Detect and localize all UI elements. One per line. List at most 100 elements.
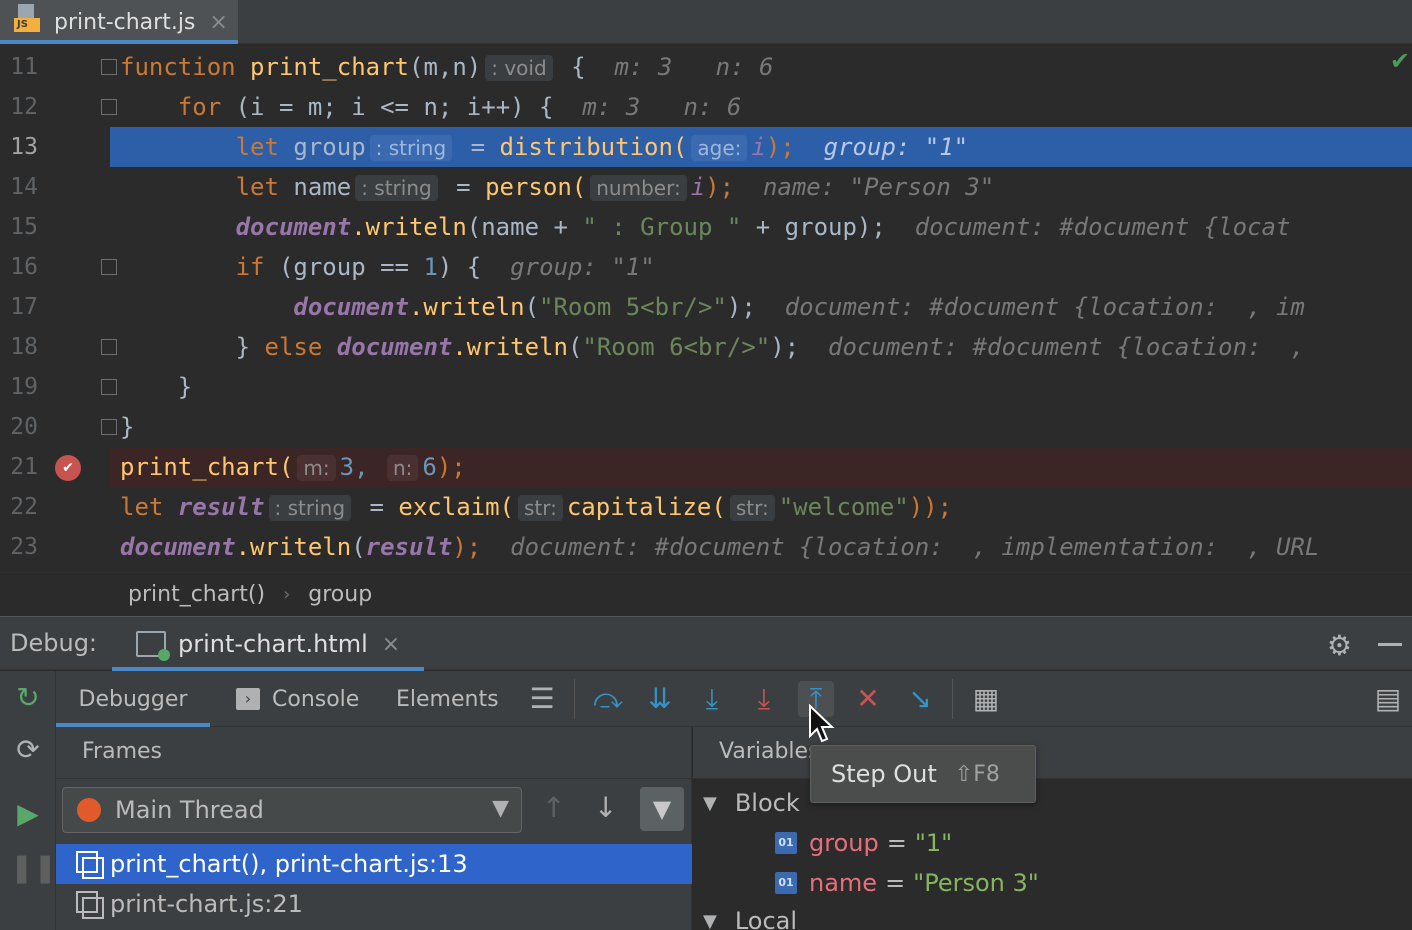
drop-frame-icon[interactable]: ✕ — [850, 681, 886, 717]
code-line[interactable]: 14 let name: string = person(number: i); … — [0, 167, 1412, 207]
close-icon[interactable]: × — [382, 632, 400, 657]
file-tab-print-chart-js[interactable]: JS print-chart.js × — [0, 0, 238, 44]
debugger-toolbar: Debugger › Console Elements ☰ ⤼ ⇊ ⤓ ⤓ ⤒ … — [56, 671, 1412, 727]
active-tab-underline — [0, 40, 238, 44]
step-over-icon[interactable]: ⤼ — [590, 681, 626, 717]
line-number: 14 — [10, 174, 38, 200]
tab-debugger[interactable]: Debugger — [56, 671, 210, 727]
inline-value: document: #document {location: , im — [784, 293, 1305, 321]
code-line[interactable]: 15 document.writeln(name + " : Group " +… — [0, 207, 1412, 247]
tab-console[interactable]: › Console — [236, 671, 359, 727]
debug-tool-window-header: Debug: print-chart.html × ⚙ — [0, 616, 1412, 671]
inline-value: document: #document {locat — [914, 213, 1291, 241]
fold-marker-icon[interactable] — [101, 379, 117, 395]
mouse-pointer-icon — [809, 704, 835, 743]
param-hint: age: — [691, 135, 748, 161]
expand-triangle-icon[interactable]: ▼ — [703, 793, 717, 814]
fold-marker-icon[interactable] — [101, 99, 117, 115]
code-line-breakpoint[interactable]: 21 ✔ print_chart(m: 3, n: 6); — [0, 447, 1412, 487]
param-hint: n: — [386, 455, 419, 481]
inline-value: name: "Person 3" — [762, 173, 995, 201]
breadcrumb-item[interactable]: print_chart() — [128, 582, 265, 607]
next-frame-icon[interactable]: ↓ — [594, 791, 617, 824]
line-number: 18 — [10, 334, 38, 360]
line-number: 22 — [10, 494, 38, 520]
frames-pane: Frames Main Thread ▼ ↑ ↓ ▼ print_chart()… — [56, 727, 692, 930]
file-tab-label: print-chart.js — [54, 9, 196, 35]
param-hint: str: — [517, 495, 563, 521]
fold-marker-icon[interactable] — [101, 339, 117, 355]
type-hint: : string — [369, 135, 453, 161]
inline-value: document: #document {location: , impleme… — [510, 533, 1320, 561]
code-line-current[interactable]: 13 let group: string = distribution(age:… — [0, 127, 1412, 167]
variables-group-local[interactable]: ▼ Local — [703, 901, 797, 930]
breakpoint-icon[interactable]: ✔ — [55, 455, 81, 481]
step-into-icon[interactable]: ⤓ — [694, 681, 730, 717]
fold-marker-icon[interactable] — [101, 419, 117, 435]
code-editor[interactable]: ✔ 11 function print_chart(m,n): void { m… — [0, 45, 1412, 572]
inline-value: document: #document {location: , — [828, 333, 1305, 361]
step-into-my-code-icon[interactable]: ⇊ — [642, 681, 678, 717]
inline-value: group: "1" — [823, 133, 969, 161]
code-line[interactable]: 18 } else document.writeln("Room 6<br/>"… — [0, 327, 1412, 367]
previous-frame-icon[interactable]: ↑ — [542, 791, 565, 824]
line-number: 15 — [10, 214, 38, 240]
param-hint: str: — [729, 495, 775, 521]
debug-session-tab[interactable]: print-chart.html × — [112, 617, 424, 671]
tab-elements[interactable]: Elements — [396, 671, 499, 727]
variable-row[interactable]: 01 name = "Person 3" — [775, 863, 1039, 903]
layout-settings-icon[interactable]: ▤ — [1370, 681, 1406, 717]
js-file-icon: JS — [14, 4, 44, 34]
inline-value: group: "1" — [510, 253, 655, 281]
filter-icon[interactable]: ▼ — [640, 787, 684, 831]
run-to-cursor-icon[interactable]: ↘ — [902, 681, 938, 717]
variables-pane: Variables ▼ Block 01 group = "1" 01 name… — [693, 727, 1412, 930]
variables-title: Variables — [693, 727, 1412, 779]
code-line[interactable]: 23 document.writeln(result); document: #… — [0, 527, 1412, 567]
resume-icon[interactable]: ▶ — [10, 797, 46, 830]
refresh-icon[interactable]: ⟳ — [10, 733, 46, 766]
debug-session-label: print-chart.html — [178, 630, 368, 658]
variables-group-block[interactable]: ▼ Block — [703, 783, 800, 823]
toolbar-separator — [952, 679, 953, 719]
expand-triangle-icon[interactable]: ▼ — [703, 911, 717, 930]
tooltip-shortcut: ⇧F8 — [954, 761, 1000, 787]
frame-icon — [76, 851, 104, 879]
fold-marker-icon[interactable] — [101, 259, 117, 275]
thread-select[interactable]: Main Thread ▼ — [62, 787, 522, 833]
step-out-tooltip: Step Out ⇧F8 — [810, 745, 1036, 803]
pause-icon[interactable]: ❚❚ — [10, 851, 57, 884]
code-line[interactable]: 19 } — [0, 367, 1412, 407]
code-line[interactable]: 11 function print_chart(m,n): void { m: … — [0, 47, 1412, 87]
line-number: 12 — [10, 94, 38, 120]
code-line[interactable]: 17 document.writeln("Room 5<br/>"); docu… — [0, 287, 1412, 327]
evaluate-expression-icon[interactable]: ▦ — [968, 681, 1004, 717]
frame-row[interactable]: print-chart.js:21 — [56, 884, 692, 924]
type-hint: : void — [485, 55, 553, 81]
primitive-value-icon: 01 — [775, 872, 797, 894]
breadcrumb-item[interactable]: group — [308, 582, 372, 607]
code-line[interactable]: 16 if (group == 1) { group: "1" — [0, 247, 1412, 287]
code-line[interactable]: 12 for (i = m; i <= n; i++) { m: 3 n: 6 — [0, 87, 1412, 127]
debug-title: Debug: — [10, 629, 98, 657]
frame-row[interactable]: print_chart(), print-chart.js:13 — [56, 844, 692, 884]
console-icon: › — [236, 688, 260, 710]
minimize-icon[interactable] — [1378, 643, 1402, 646]
inline-value: m: 3 n: 6 — [614, 53, 774, 81]
close-icon[interactable]: × — [209, 10, 227, 35]
gear-icon[interactable]: ⚙ — [1327, 629, 1352, 662]
code-line[interactable]: 20 } — [0, 407, 1412, 447]
type-hint: : string — [355, 175, 438, 201]
fold-marker-icon[interactable] — [101, 59, 117, 75]
html-debug-icon — [136, 631, 170, 661]
force-step-into-icon[interactable]: ⤓ — [746, 681, 782, 717]
param-hint: number: — [590, 175, 687, 201]
code-line[interactable]: 22 let result: string = exclaim(str: capi… — [0, 487, 1412, 527]
chevron-down-icon: ▼ — [492, 796, 509, 821]
line-number: 20 — [10, 414, 38, 440]
show-execution-point-icon[interactable]: ☰ — [524, 681, 560, 717]
rerun-icon[interactable]: ↻ — [10, 681, 46, 714]
variable-row[interactable]: 01 group = "1" — [775, 823, 952, 863]
tooltip-label: Step Out — [831, 760, 937, 788]
line-number: 19 — [10, 374, 38, 400]
